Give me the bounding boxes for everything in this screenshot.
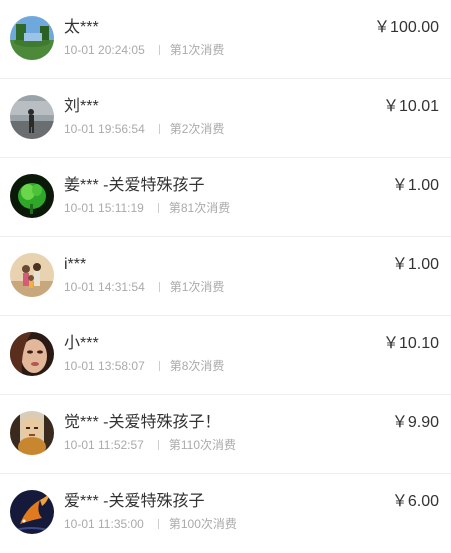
list-item[interactable]: 姜*** -关爱特殊孩子 10-01 15:11:19 第81次消费 ￥1.00 — [0, 158, 451, 237]
consumption-count: 第81次消费 — [168, 201, 231, 215]
amount: ￥1.00 — [391, 256, 439, 273]
divider — [158, 282, 160, 292]
record-time: 10-01 19:56:54 — [64, 122, 145, 136]
amount: ￥100.00 — [374, 19, 439, 36]
consumption-list: 太*** 10-01 20:24:05 第1次消费 ￥100.00 刘*** 10… — [0, 0, 451, 547]
divider — [158, 45, 160, 55]
avatar-family-icon — [10, 253, 54, 297]
avatar-green-plant-icon — [10, 174, 54, 218]
donor-name: 太*** — [64, 19, 99, 36]
record-meta: 10-01 13:58:07 第8次消费 — [64, 359, 224, 373]
record-meta: 10-01 11:52:57 第110次消费 — [64, 438, 236, 452]
amount: ￥9.90 — [391, 414, 439, 431]
record-time: 10-01 14:31:54 — [64, 280, 145, 294]
amount: ￥1.00 — [391, 177, 439, 194]
donor-name: 爱*** -关爱特殊孩子 — [64, 493, 205, 510]
divider — [157, 440, 159, 450]
consumption-count: 第1次消费 — [169, 280, 225, 294]
avatar-buddha-icon — [10, 411, 54, 455]
amount: ￥10.01 — [382, 98, 439, 115]
list-item[interactable]: 太*** 10-01 20:24:05 第1次消费 ￥100.00 — [0, 0, 451, 79]
record-time: 10-01 15:11:19 — [64, 201, 144, 215]
donor-name: 觉*** -关爱特殊孩子！ — [64, 414, 221, 431]
consumption-count: 第8次消费 — [169, 359, 225, 373]
record-meta: 10-01 19:56:54 第2次消费 — [64, 122, 224, 136]
amount: ￥10.10 — [382, 335, 439, 352]
record-time: 10-01 20:24:05 — [64, 43, 145, 57]
avatar-face-icon — [10, 332, 54, 376]
record-time: 10-01 11:35:00 — [64, 517, 144, 531]
list-item[interactable]: 刘*** 10-01 19:56:54 第2次消费 ￥10.01 — [0, 79, 451, 158]
avatar-koi-fish-icon — [10, 490, 54, 534]
avatar-person-icon — [10, 95, 54, 139]
record-meta: 10-01 11:35:00 第100次消费 — [64, 517, 237, 531]
record-meta: 10-01 20:24:05 第1次消费 — [64, 43, 224, 57]
consumption-count: 第100次消费 — [168, 517, 237, 531]
donor-name: 刘*** — [64, 98, 99, 115]
divider — [158, 124, 160, 134]
donor-name: 姜*** -关爱特殊孩子 — [64, 177, 205, 194]
consumption-count: 第1次消费 — [169, 43, 225, 57]
divider — [157, 203, 159, 213]
consumption-count: 第110次消费 — [168, 438, 236, 452]
divider — [157, 519, 159, 529]
avatar-landscape-icon — [10, 16, 54, 60]
list-item[interactable]: 爱*** -关爱特殊孩子 10-01 11:35:00 第100次消费 ￥6.00 — [0, 474, 451, 553]
divider — [158, 361, 160, 371]
record-meta: 10-01 14:31:54 第1次消费 — [64, 280, 224, 294]
consumption-count: 第2次消费 — [169, 122, 225, 136]
list-item[interactable]: 小*** 10-01 13:58:07 第8次消费 ￥10.10 — [0, 316, 451, 395]
amount: ￥6.00 — [391, 493, 439, 510]
record-time: 10-01 11:52:57 — [64, 438, 144, 452]
donor-name: i*** — [64, 256, 87, 273]
donor-name: 小*** — [64, 335, 99, 352]
list-item[interactable]: 觉*** -关爱特殊孩子！ 10-01 11:52:57 第110次消费 ￥9.9… — [0, 395, 451, 474]
record-time: 10-01 13:58:07 — [64, 359, 145, 373]
record-meta: 10-01 15:11:19 第81次消费 — [64, 201, 230, 215]
list-item[interactable]: i*** 10-01 14:31:54 第1次消费 ￥1.00 — [0, 237, 451, 316]
